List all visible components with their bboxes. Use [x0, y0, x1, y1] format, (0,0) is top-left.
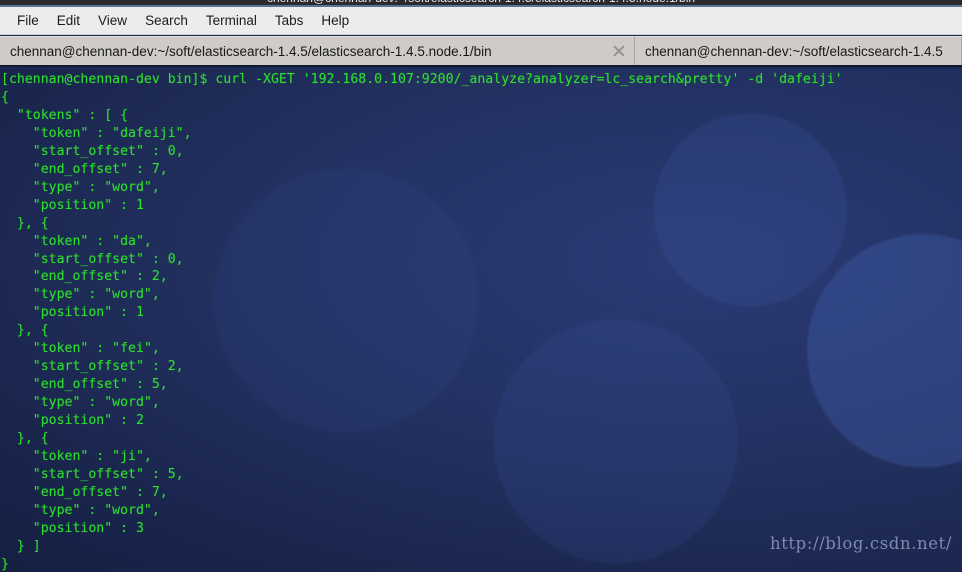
menu-item-help[interactable]: Help	[312, 10, 358, 31]
titlebar-underline	[0, 5, 962, 7]
window-titlebar: chennan@chennan-dev:~/soft/elasticsearch…	[0, 0, 962, 7]
terminal-output-area[interactable]: [chennan@chennan-dev bin]$ curl -XGET '1…	[0, 69, 962, 572]
close-icon[interactable]	[610, 42, 628, 60]
menu-item-edit[interactable]: Edit	[48, 10, 89, 31]
menu-bar: File Edit View Search Terminal Tabs Help	[0, 7, 962, 35]
terminal-text: [chennan@chennan-dev bin]$ curl -XGET '1…	[1, 72, 843, 572]
menu-item-search[interactable]: Search	[136, 10, 197, 31]
terminal-tab-1[interactable]: chennan@chennan-dev:~/soft/elasticsearch…	[0, 36, 635, 65]
tab-2-label: chennan@chennan-dev:~/soft/elasticsearch…	[645, 43, 943, 59]
menu-item-file[interactable]: File	[8, 10, 48, 31]
menu-item-view[interactable]: View	[89, 10, 136, 31]
tab-bar: chennan@chennan-dev:~/soft/elasticsearch…	[0, 36, 962, 67]
watermark-label: http://blog.csdn.net/	[769, 534, 952, 553]
tab-1-label: chennan@chennan-dev:~/soft/elasticsearch…	[10, 43, 492, 59]
terminal-window: chennan@chennan-dev:~/soft/elasticsearch…	[0, 0, 962, 572]
terminal-tab-2[interactable]: chennan@chennan-dev:~/soft/elasticsearch…	[635, 36, 962, 65]
menu-item-terminal[interactable]: Terminal	[197, 10, 266, 31]
menu-item-tabs[interactable]: Tabs	[266, 10, 313, 31]
